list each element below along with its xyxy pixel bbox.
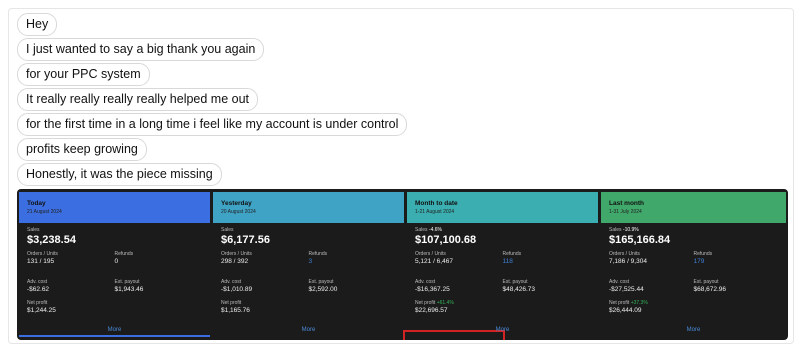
profit-label: Net profit — [415, 300, 436, 306]
sales-value: $165,166.84 — [609, 234, 671, 246]
sales-change: -4.6% — [428, 227, 442, 233]
payout-label: Est. payout — [308, 279, 334, 285]
payout-label: Est. payout — [693, 279, 719, 285]
orders-value: 7,186 / 9,304 — [609, 258, 647, 265]
card-header: Yesterday 20 August 2024 — [213, 192, 404, 223]
dashboard-screenshot: Today 21 August 2024 Sales $3,238.54 Ord… — [17, 189, 788, 340]
message-bubble: for the first time in a long time i feel… — [17, 113, 408, 136]
payout-value: $68,672.96 — [693, 286, 727, 293]
ads-label: Adv. cost — [415, 279, 436, 285]
card-title: Month to date — [415, 200, 458, 207]
orders-label: Orders / Units — [415, 251, 446, 257]
orders-label: Orders / Units — [27, 251, 58, 257]
ads-value: -$62.62 — [27, 286, 50, 293]
orders-value: 298 / 392 — [221, 258, 249, 265]
ads-label: Adv. cost — [27, 279, 48, 285]
card-yesterday: Yesterday 20 August 2024 Sales $6,177.56… — [213, 192, 404, 337]
ads-value: -$1,010.89 — [221, 286, 253, 293]
message-bubble: It really really really really helped me… — [17, 88, 259, 111]
message-thread: Hey I just wanted to say a big thank you… — [17, 13, 408, 188]
message-bubble: Honestly, it was the piece missing — [17, 163, 222, 186]
more-link[interactable]: More — [407, 327, 598, 333]
refunds-value[interactable]: 179 — [694, 258, 779, 265]
refunds-label: Refunds — [114, 251, 134, 257]
orders-value: 5,121 / 6,467 — [415, 258, 453, 265]
ads-value: -$16,367.25 — [415, 286, 450, 293]
card-title: Last month — [609, 200, 645, 207]
payout-value: $1,943.46 — [114, 286, 144, 293]
payout-value: $2,592.00 — [308, 286, 338, 293]
more-link[interactable]: More — [601, 327, 786, 333]
message-bubble: profits keep growing — [17, 138, 147, 161]
profit-label: Net profit — [609, 300, 630, 306]
ads-label: Adv. cost — [221, 279, 242, 285]
payout-label: Est. payout — [502, 279, 528, 285]
sales-label: Sales — [221, 227, 234, 233]
profit-value: $1,165.76 — [221, 307, 250, 314]
card-date: 1-21 August 2024 — [415, 209, 455, 215]
profit-value: $26,444.09 — [609, 307, 642, 314]
sales-change: -10.9% — [622, 227, 639, 233]
profit-value: $22,696.57 — [415, 307, 448, 314]
refunds-value[interactable]: 3 — [309, 258, 397, 265]
card-header: Today 21 August 2024 — [19, 192, 210, 223]
message-bubble: Hey — [17, 13, 58, 36]
card-month-to-date: Month to date 1-21 August 2024 Sales -4.… — [403, 192, 598, 340]
card-date: 1-31 July 2024 — [609, 209, 642, 215]
profit-label: Net profit — [221, 300, 242, 306]
sales-value: $6,177.56 — [221, 234, 270, 246]
sales-label: Sales — [609, 227, 622, 233]
card-title: Yesterday — [221, 200, 252, 207]
profit-change: +37.3% — [630, 300, 648, 306]
orders-value: 131 / 195 — [27, 258, 55, 265]
sales-label: Sales — [415, 227, 428, 233]
sales-value: $3,238.54 — [27, 234, 76, 246]
card-title: Today — [27, 200, 46, 207]
message-bubble: I just wanted to say a big thank you aga… — [17, 38, 265, 61]
profit-change: +61.4% — [436, 300, 454, 306]
ads-value: -$27,525.44 — [609, 286, 644, 293]
payout-value: $48,426.73 — [502, 286, 536, 293]
sales-label: Sales — [27, 227, 40, 233]
ads-label: Adv. cost — [609, 279, 630, 285]
refunds-label: Refunds — [502, 251, 522, 257]
more-link[interactable]: More — [19, 327, 210, 333]
profit-value: $1,244.25 — [27, 307, 56, 314]
card-header: Last month 1-31 July 2024 — [601, 192, 786, 223]
refunds-label: Refunds — [308, 251, 328, 257]
refunds-label: Refunds — [693, 251, 713, 257]
card-header: Month to date 1-21 August 2024 — [407, 192, 598, 223]
orders-label: Orders / Units — [221, 251, 252, 257]
card-today: Today 21 August 2024 Sales $3,238.54 Ord… — [19, 192, 210, 337]
message-bubble: for your PPC system — [17, 63, 150, 86]
sales-value: $107,100.68 — [415, 234, 477, 246]
card-date: 20 August 2024 — [221, 209, 256, 215]
card-last-month: Last month 1-31 July 2024 Sales -10.9% $… — [601, 192, 786, 337]
refunds-value[interactable]: 118 — [503, 258, 591, 265]
active-indicator — [19, 335, 210, 337]
card-date: 21 August 2024 — [27, 209, 62, 215]
profit-label: Net profit — [27, 300, 48, 306]
orders-label: Orders / Units — [609, 251, 640, 257]
more-link[interactable]: More — [213, 327, 404, 333]
refunds-value: 0 — [114, 258, 119, 265]
payout-label: Est. payout — [114, 279, 140, 285]
